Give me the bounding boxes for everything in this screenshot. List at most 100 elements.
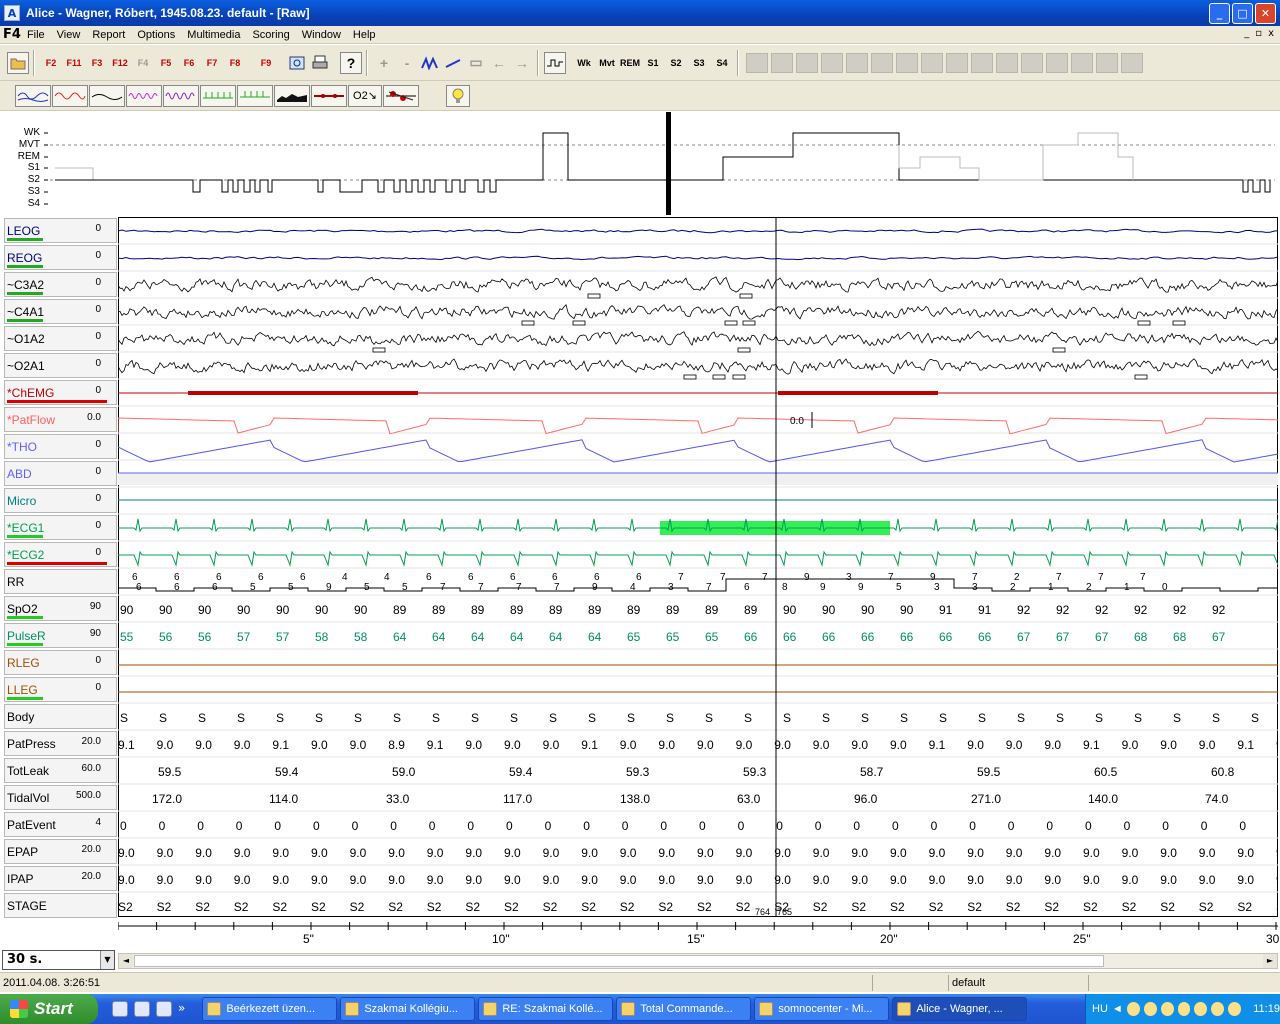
eeg-wave-icon[interactable] <box>52 84 88 107</box>
channel-label[interactable]: PulseR 90 <box>4 623 117 648</box>
menu-view[interactable]: View <box>57 29 81 41</box>
menu-file[interactable]: File <box>27 29 45 41</box>
task-total-commander[interactable]: Total Commande... <box>616 997 752 1021</box>
zoom-in-button[interactable]: + <box>373 52 395 74</box>
f12-button[interactable]: F12 <box>109 52 131 74</box>
channel-label[interactable]: LEOG 0 <box>4 218 117 243</box>
task-inbox[interactable]: Beérkezett üzen... <box>202 997 338 1021</box>
ie-icon[interactable] <box>134 1001 150 1017</box>
page-icon[interactable]: ▭ <box>465 52 487 74</box>
channel-label[interactable]: RLEG 0 <box>4 650 117 675</box>
task-mail-1[interactable]: Szakmai Kollégiu... <box>340 997 476 1021</box>
zoom-out-button[interactable]: - <box>396 52 418 74</box>
help-button[interactable]: ? <box>340 51 362 74</box>
channel-label[interactable]: Body <box>4 704 117 729</box>
channel-label[interactable]: EPAP 20.0 <box>4 839 117 864</box>
channel-label[interactable]: PatPress 20.0 <box>4 731 117 756</box>
desaturation-icon[interactable] <box>311 84 347 107</box>
emg-wave-icon[interactable] <box>89 84 125 107</box>
menu-help[interactable]: Help <box>353 29 376 41</box>
quick-launch-more[interactable]: » <box>178 1001 185 1017</box>
f11-button[interactable]: F11 <box>63 52 85 74</box>
stage-s4-button[interactable]: S4 <box>711 52 733 74</box>
maximize-button[interactable]: □ <box>1232 3 1253 24</box>
ecg-green-icon[interactable] <box>200 84 236 107</box>
menu-multimedia[interactable]: Multimedia <box>187 29 240 41</box>
expand-signal-icon[interactable] <box>442 52 464 74</box>
channel-label[interactable]: *ECG2 0 <box>4 542 117 567</box>
channel-label[interactable]: SpO2 90 <box>4 596 117 621</box>
channel-label[interactable]: TidalVol 500.0 <box>4 785 117 810</box>
channel-label[interactable]: TotLeak 60.0 <box>4 758 117 783</box>
tray-app-icon[interactable] <box>1211 1002 1225 1016</box>
chevron-down-icon[interactable]: ▼ <box>100 951 114 969</box>
channel-label[interactable]: Micro 0 <box>4 488 117 513</box>
start-button[interactable]: Start <box>0 994 98 1024</box>
f6-button[interactable]: F6 <box>178 52 200 74</box>
f7-button[interactable]: F7 <box>201 52 223 74</box>
tray-app-icon[interactable] <box>1143 1002 1157 1016</box>
f2-button[interactable]: F2 <box>40 52 62 74</box>
channel-label[interactable]: REOG 0 <box>4 245 117 270</box>
horizontal-scrollbar[interactable]: ◄ ► <box>118 953 1278 969</box>
alpha-wave-icon[interactable] <box>163 84 199 107</box>
channel-label[interactable]: RR <box>4 569 117 594</box>
mdi-restore-button[interactable]: ▫ <box>1255 28 1262 39</box>
channel-label[interactable]: *THO 0 <box>4 434 117 459</box>
stage-rem-button[interactable]: REM <box>619 52 641 74</box>
channel-label[interactable]: ~C3A2 0 <box>4 272 117 297</box>
menu-window[interactable]: Window <box>302 29 341 41</box>
channel-label[interactable]: *ECG1 0 <box>4 515 117 540</box>
language-indicator[interactable]: HU <box>1092 1003 1108 1015</box>
o2-button[interactable]: O2↘ <box>348 84 382 107</box>
channel-label[interactable]: STAGE <box>4 893 117 918</box>
menu-report[interactable]: Report <box>92 29 125 41</box>
f8-button[interactable]: F8 <box>224 52 246 74</box>
channel-label[interactable]: PatEvent 4 <box>4 812 117 837</box>
f9-button[interactable]: F9 <box>255 52 277 74</box>
stage-s2-button[interactable]: S2 <box>665 52 687 74</box>
epoch-length-select[interactable]: 30 s. ▼ <box>2 950 115 970</box>
channel-label[interactable]: ~O2A1 0 <box>4 353 117 378</box>
ecg-beat-icon[interactable] <box>237 84 273 107</box>
stage-toggle-icon[interactable] <box>544 51 566 74</box>
task-mail-2[interactable]: RE: Szakmai Kollé... <box>478 997 614 1021</box>
stage-s1-button[interactable]: S1 <box>642 52 664 74</box>
close-button[interactable]: ✕ <box>1255 3 1276 24</box>
channel-label[interactable]: IPAP 20.0 <box>4 866 117 891</box>
shield-icon[interactable] <box>1160 1002 1174 1016</box>
stage-s3-button[interactable]: S3 <box>688 52 710 74</box>
quick-launch-app-icon[interactable] <box>112 1001 128 1017</box>
stage-mvt-button[interactable]: Mvt <box>596 52 618 74</box>
scroll-right-button[interactable]: ► <box>1263 954 1277 968</box>
f4-button[interactable]: F4 <box>132 52 154 74</box>
tray-app-icon[interactable] <box>1126 1002 1140 1016</box>
app-icon[interactable]: A <box>4 5 20 21</box>
scroll-thumb[interactable] <box>134 955 1104 967</box>
previous-page-button[interactable]: ← <box>488 52 510 74</box>
task-somnocenter[interactable]: somnocenter - Mi... <box>754 997 890 1021</box>
hypnogram[interactable]: WK MVT REM S1 S2 S3 S4 <box>0 112 1280 216</box>
next-page-button[interactable]: → <box>511 52 533 74</box>
preview-icon[interactable] <box>286 52 308 74</box>
channel-label[interactable]: ~O1A2 0 <box>4 326 117 351</box>
menu-options[interactable]: Options <box>137 29 175 41</box>
tray-expand-icon[interactable]: ◄ <box>1112 1003 1123 1015</box>
channel-label[interactable]: ~C4A1 0 <box>4 299 117 324</box>
open-folder-icon[interactable] <box>7 51 29 74</box>
channel-label[interactable]: *ChEMG 0 <box>4 380 117 405</box>
scroll-left-button[interactable]: ◄ <box>119 954 133 968</box>
channel-label[interactable]: LLEG 0 <box>4 677 117 702</box>
lightbulb-icon[interactable] <box>446 84 470 107</box>
channel-label[interactable]: *PatFlow 0.0 <box>4 407 117 432</box>
task-alice[interactable]: Alice - Wagner, ... <box>892 997 1028 1021</box>
f5-button[interactable]: F5 <box>155 52 177 74</box>
eog-wave-icon[interactable] <box>15 84 51 107</box>
signal-plot[interactable]: 0.06 6 6 6 6 4 4 6 6 6 6 6 6 7 7 7 9 3 7 9 7 2 7 7 76 6 6 5 5 9 5 5 7 7 7 7… <box>118 217 1278 917</box>
arousal-icon[interactable] <box>383 84 419 107</box>
f3-button[interactable]: F3 <box>86 52 108 74</box>
spindle-wave-icon[interactable] <box>126 84 162 107</box>
menu-scoring[interactable]: Scoring <box>252 29 289 41</box>
tray-app-icon[interactable] <box>1194 1002 1208 1016</box>
minimize-button[interactable]: _ <box>1209 3 1230 24</box>
